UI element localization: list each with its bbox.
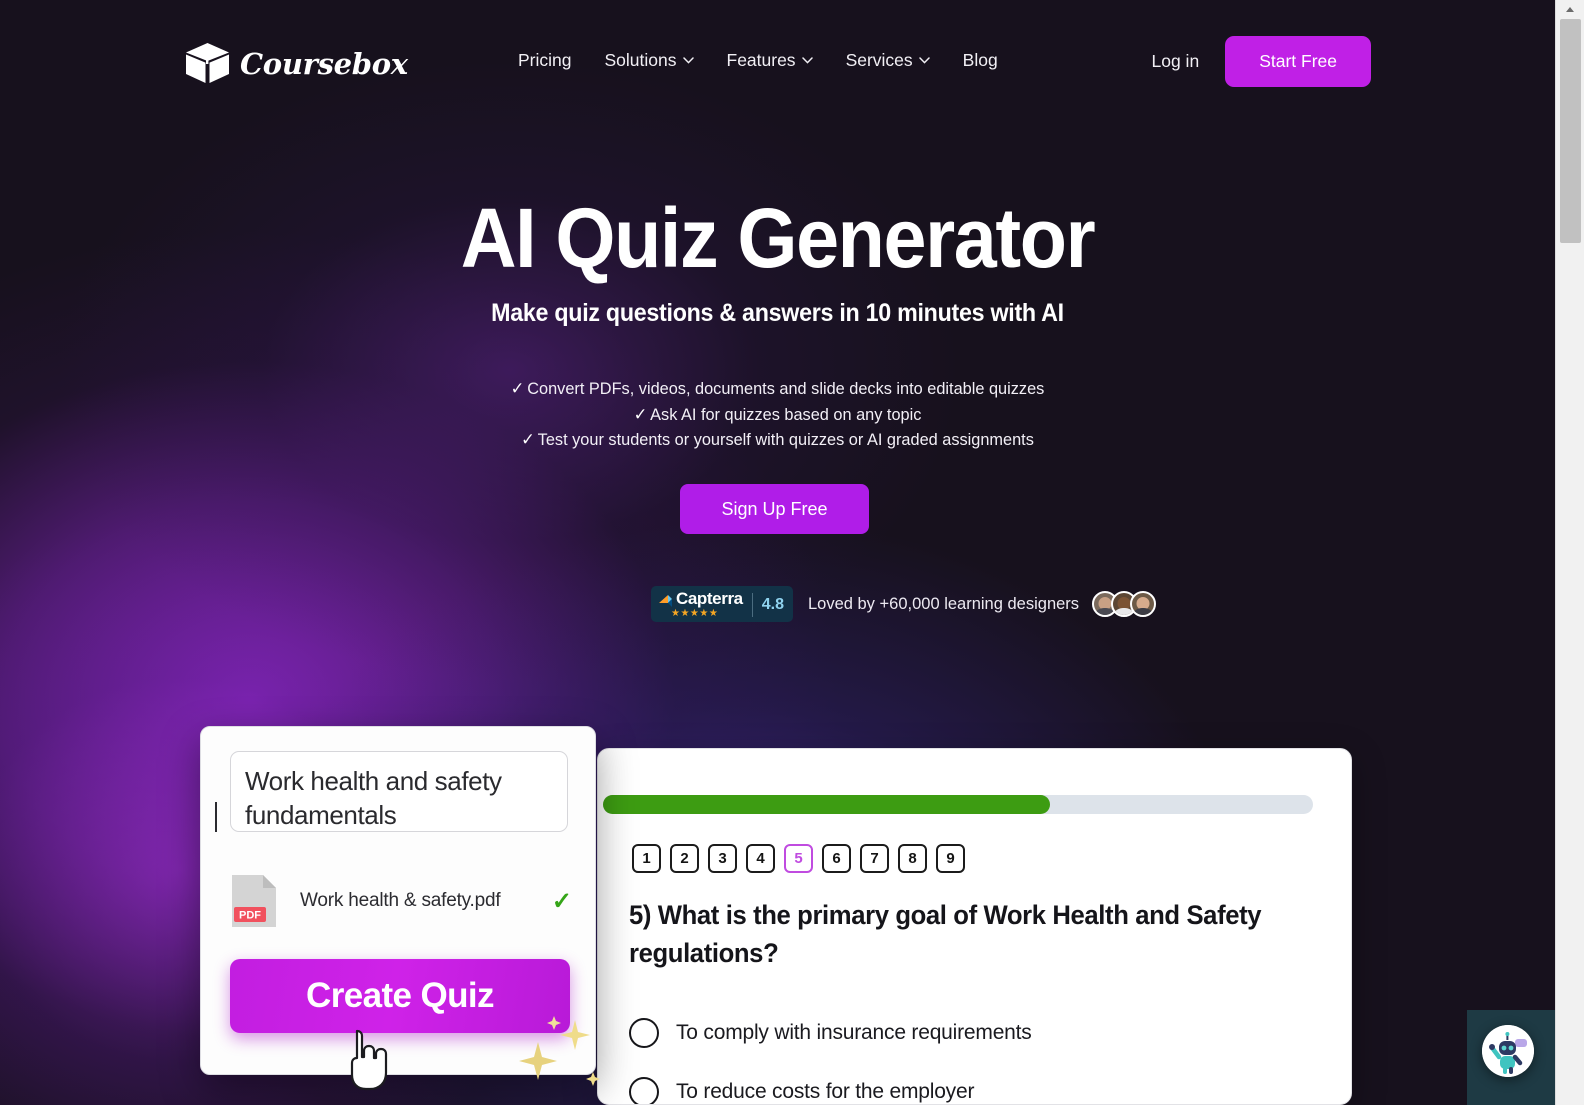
robot-assistant-icon	[1482, 1025, 1534, 1077]
sparkle-icon	[519, 1016, 600, 1086]
quiz-topic-input[interactable]	[230, 751, 568, 832]
benefit-item: ✓ Convert PDFs, videos, documents and sli…	[31, 376, 1524, 402]
sign-up-free-button[interactable]: Sign Up Free	[680, 484, 869, 534]
nav-label: Solutions	[604, 50, 677, 70]
primary-nav: Pricing Solutions Features Services Blog	[518, 50, 998, 71]
quiz-option-label: To comply with insurance requirements	[676, 1020, 1032, 1044]
star-rating-icon: ★★★★★	[671, 608, 719, 619]
brand-logo[interactable]: Coursebox	[184, 41, 408, 86]
nav-actions: Log in Start Free	[1152, 36, 1371, 87]
nav-label: Services	[845, 50, 913, 70]
capterra-rating-badge[interactable]: Capterra ★★★★★ 4.8	[651, 586, 793, 622]
benefit-label: Convert PDFs, videos, documents and slid…	[527, 379, 1045, 398]
benefit-label: Ask AI for quizzes based on any topic	[650, 404, 922, 424]
question-number-pill-active[interactable]: 5	[784, 844, 813, 873]
rating-score: 4.8	[761, 595, 784, 613]
question-number-pill[interactable]: 4	[746, 844, 775, 873]
green-check-icon: ✓	[551, 887, 572, 915]
question-number-pill[interactable]: 3	[708, 844, 737, 873]
uploaded-file-name: Work health & safety.pdf	[300, 890, 501, 911]
quiz-progress-fill	[603, 795, 1051, 814]
social-proof-row: Capterra ★★★★★ 4.8 Loved by +60,000 lear…	[651, 586, 1157, 622]
open-box-icon	[186, 43, 229, 83]
social-proof-text: Loved by +60,000 learning designers	[807, 594, 1080, 613]
question-number-pill[interactable]: 6	[822, 844, 851, 873]
brand-name: Coursebox	[240, 46, 408, 81]
capterra-wordmark: Capterra	[676, 589, 743, 608]
nav-label: Features	[726, 50, 796, 70]
quiz-progress-bar	[603, 795, 1313, 814]
scrollbar-thumb[interactable]	[1560, 19, 1581, 243]
nav-item-services[interactable]: Services	[846, 50, 930, 71]
start-free-button[interactable]: Start Free	[1225, 36, 1371, 87]
check-icon: ✓	[633, 404, 648, 424]
badge-divider	[751, 592, 753, 617]
capterra-kite-icon	[659, 594, 672, 607]
hero-subtitle: Make quiz questions & answers in 10 minu…	[491, 299, 1064, 327]
chat-assistant-button[interactable]	[1482, 1025, 1534, 1077]
radio-button-icon[interactable]	[629, 1076, 659, 1104]
nav-item-pricing[interactable]: Pricing	[518, 50, 572, 71]
nav-label: Blog	[962, 50, 998, 70]
benefit-label: Test your students or yourself with quiz…	[537, 430, 1034, 449]
radio-button-icon[interactable]	[629, 1017, 659, 1048]
chevron-down-icon	[918, 57, 930, 64]
nav-item-solutions[interactable]: Solutions	[605, 50, 694, 71]
hero-benefit-list: ✓ Convert PDFs, videos, documents and sli…	[31, 376, 1524, 453]
quiz-answer-options: To comply with insurance requirements To…	[629, 1003, 1319, 1104]
question-number-pill[interactable]: 1	[632, 844, 661, 873]
chevron-down-icon	[801, 57, 813, 64]
question-number-pill[interactable]: 8	[898, 844, 927, 873]
page-canvas: Coursebox Pricing Solutions Features Ser…	[0, 0, 1555, 1105]
page-title: AI Quiz Generator	[460, 191, 1096, 285]
benefit-item: ✓ Ask AI for quizzes based on any topic	[31, 402, 1524, 428]
nav-label: Pricing	[518, 50, 572, 70]
login-link[interactable]: Log in	[1152, 51, 1200, 72]
check-icon: ✓	[521, 430, 535, 449]
quiz-option[interactable]: To reduce costs for the employer	[629, 1062, 1319, 1104]
nav-item-blog[interactable]: Blog	[963, 50, 998, 71]
quiz-preview-card: 1 2 3 4 5 6 7 8 9 5) What is the primary…	[597, 748, 1352, 1105]
check-icon: ✓	[510, 379, 525, 398]
question-number-pill[interactable]: 9	[936, 844, 965, 873]
benefit-item: ✓ Test your students or yourself with qui…	[31, 427, 1524, 453]
question-number-pill[interactable]: 2	[670, 844, 699, 873]
quiz-question-text: 5) What is the primary goal of Work Heal…	[629, 900, 1262, 968]
uploaded-file-row[interactable]: PDF Work health & safety.pdf ✓	[232, 872, 572, 930]
top-navigation-bar: Coursebox Pricing Solutions Features Ser…	[0, 0, 1555, 126]
quiz-option-label: To reduce costs for the employer	[676, 1079, 975, 1103]
nav-item-features[interactable]: Features	[727, 50, 813, 71]
chevron-down-icon	[682, 57, 694, 64]
pdf-file-icon: PDF	[232, 875, 276, 927]
question-number-list: 1 2 3 4 5 6 7 8 9	[632, 844, 965, 873]
hand-pointer-icon	[350, 1029, 388, 1091]
scroll-up-arrow-icon[interactable]	[1556, 0, 1584, 18]
vertical-scrollbar[interactable]	[1555, 0, 1584, 1105]
capterra-logo-block: Capterra ★★★★★	[658, 590, 743, 619]
avatar	[1130, 591, 1157, 617]
quiz-option[interactable]: To comply with insurance requirements	[629, 1003, 1319, 1062]
svg-text:PDF: PDF	[239, 910, 261, 922]
text-cursor-caret	[215, 802, 217, 832]
question-number-pill[interactable]: 7	[860, 844, 889, 873]
avatar-group	[1092, 591, 1157, 617]
